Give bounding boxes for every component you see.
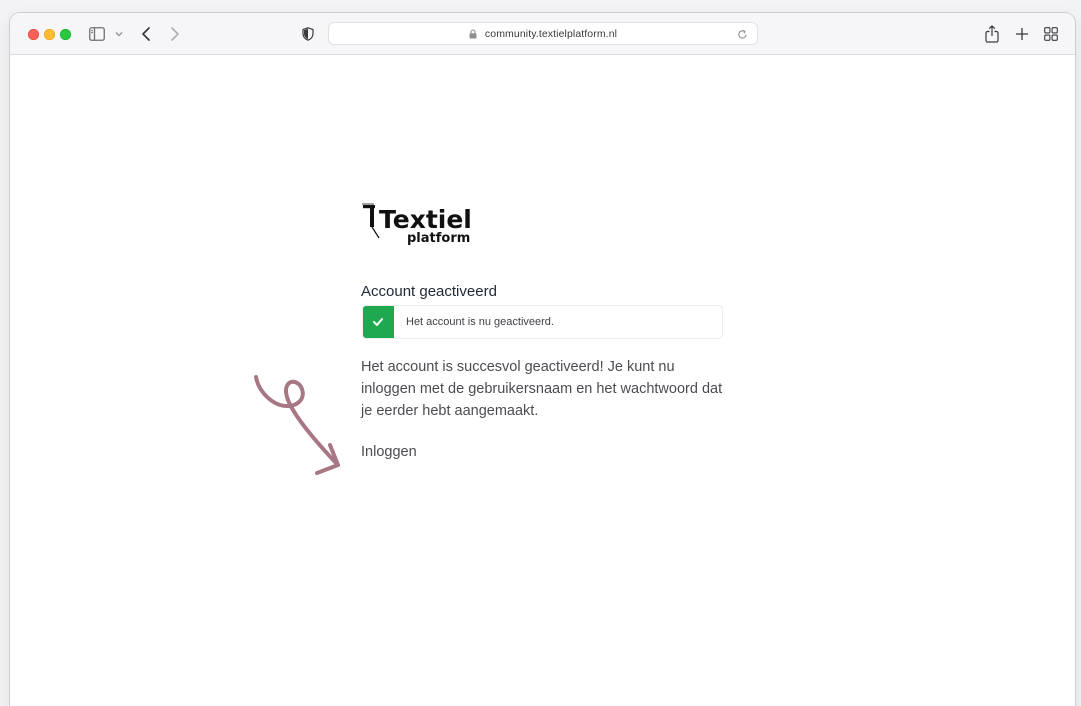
- checkmark-icon: [363, 306, 394, 338]
- activation-message: Het account is succesvol geactiveerd! Je…: [361, 359, 723, 419]
- logo-word-platform: platform: [407, 231, 470, 246]
- forward-arrow-icon[interactable]: [167, 24, 183, 44]
- chevron-down-icon[interactable]: [113, 26, 125, 42]
- close-window-button[interactable]: [28, 29, 39, 40]
- address-bar[interactable]: community.textielplatform.nl: [328, 22, 758, 45]
- alert-message: Het account is nu geactiveerd.: [406, 316, 554, 328]
- page-title: Account geactiveerd: [361, 283, 497, 300]
- reload-icon[interactable]: [737, 27, 749, 41]
- url-text: community.textielplatform.nl: [484, 27, 618, 40]
- lock-icon: [469, 28, 479, 40]
- page-content: Textiel platform Account geactiveerd Het…: [10, 55, 1075, 706]
- success-alert: Het account is nu geactiveerd.: [362, 305, 723, 339]
- browser-window: community.textielplatform.nl Textiel pla…: [10, 13, 1075, 706]
- back-arrow-icon[interactable]: [138, 24, 154, 44]
- textielplatform-logo: Textiel platform: [360, 200, 490, 252]
- privacy-shield-icon[interactable]: [301, 24, 315, 44]
- browser-toolbar: community.textielplatform.nl: [10, 13, 1075, 55]
- login-link[interactable]: Inloggen: [361, 444, 417, 460]
- sidebar-icon[interactable]: [88, 25, 106, 43]
- logo-word-textiel: Textiel: [379, 205, 472, 234]
- zoom-window-button[interactable]: [60, 29, 71, 40]
- share-icon[interactable]: [984, 23, 1000, 45]
- plus-icon[interactable]: [1013, 24, 1031, 44]
- minimize-window-button[interactable]: [44, 29, 55, 40]
- tab-overview-icon[interactable]: [1043, 25, 1059, 43]
- annotation-arrow-icon: [254, 375, 340, 475]
